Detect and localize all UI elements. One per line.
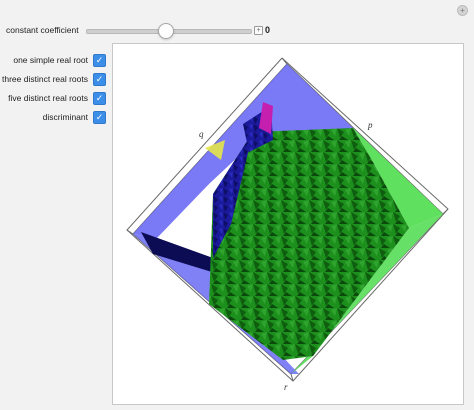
checkbox[interactable]: ✓ [93,91,106,105]
slider-expand-icon[interactable]: + [254,26,263,35]
checkbox-label: five distinct real roots [8,93,88,103]
checkbox-label: discriminant [42,112,88,122]
axis-label-p: p [367,120,373,130]
axis-label-q: q [199,129,204,139]
checkbox-row-five-distinct-real-roots[interactable]: five distinct real roots ✓ [8,91,106,105]
checkbox-label: one simple real root [13,55,88,65]
check-icon: ✓ [95,111,104,122]
checkbox[interactable]: ✓ [93,72,106,86]
slider-thumb[interactable] [158,23,174,39]
check-icon: ✓ [95,73,104,84]
axis-label-r: r [284,382,288,392]
slider-value: 0 [265,25,271,35]
check-icon: ✓ [95,54,104,65]
checkbox[interactable]: ✓ [93,53,106,67]
slider-label: constant coefficient [6,25,79,35]
check-icon: ✓ [95,92,104,103]
constant-coefficient-slider-row: constant coefficient + 0 [6,22,466,39]
checkbox-row-one-simple-real-root[interactable]: one simple real root ✓ [13,53,106,67]
checkbox-label: three distinct real roots [2,74,88,84]
3d-plot[interactable]: q p r [113,44,463,404]
checkbox-row-three-distinct-real-roots[interactable]: three distinct real roots ✓ [2,72,106,86]
3d-plot-panel[interactable]: q p r [112,43,464,405]
checkbox-row-discriminant[interactable]: discriminant ✓ [43,110,106,124]
checkbox[interactable]: ✓ [93,110,106,124]
options-plus-icon[interactable]: + [457,5,468,16]
